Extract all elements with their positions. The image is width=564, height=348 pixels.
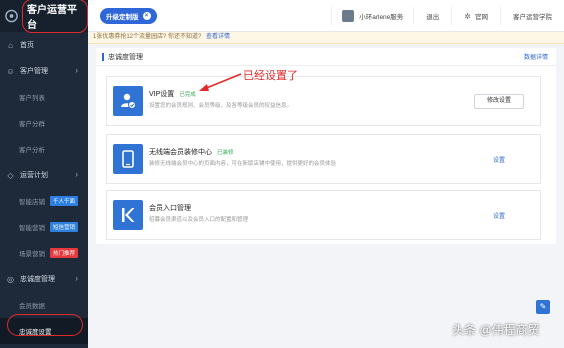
chevron-right-icon: ›: [75, 170, 78, 179]
sidebar-item-label: 忠诚度管理: [20, 276, 55, 283]
pencil-icon[interactable]: ✎: [536, 300, 550, 314]
card-title: 会员入口管理: [149, 205, 191, 212]
chevron-right-icon: ›: [75, 274, 78, 283]
sidebar-item-customer-segments[interactable]: 客户分群: [0, 110, 88, 136]
logo-icon: [5, 9, 18, 23]
sidebar-item-label: 智能营销: [19, 225, 45, 232]
setup-link[interactable]: 设置: [493, 155, 505, 164]
annotation-arrow-icon: [199, 73, 242, 91]
academy-link[interactable]: 客户运营学院: [500, 7, 564, 25]
sidebar-item-label: 客户分析: [19, 147, 45, 154]
notice-link[interactable]: 查看详情: [206, 34, 230, 40]
sidebar-item-label: 客户分群: [19, 121, 45, 128]
vip-user-icon: [113, 86, 143, 116]
watermark: 头条 @伟程商贸: [452, 323, 540, 337]
chevron-right-icon: ›: [75, 66, 78, 75]
feature-tag: 热门推荐: [50, 248, 79, 258]
mobile-member-center-card: 无线端会员装修中心 已装修 装修无线端会员中心的页面内容，可在新版店铺中使用，提供…: [106, 134, 541, 184]
status-badge: 已装修: [217, 150, 234, 156]
sidebar-item-label: 客户列表: [19, 95, 45, 102]
sidebar-item-customer-analysis[interactable]: 客户分析: [0, 136, 88, 162]
card-title-text: 无线端会员装修中心: [149, 149, 212, 156]
sidebar-item-customer-management[interactable]: ☺ 客户管理 ›: [0, 58, 88, 84]
diamond-icon: ◇: [7, 170, 14, 180]
entry-icon: [113, 200, 143, 230]
sidebar: 客户运营平台 ⌂ 首页 ☺ 客户管理 › 客户列表 客户分群 客户分析 ◇ 运营…: [0, 0, 88, 348]
vip-settings-card: VIP设置 已完成 设置您的会员规则、会员等级、及各等级会员的权益信息。 修改设置: [106, 76, 541, 126]
panel-header: 忠诚度管理 数据详情: [96, 48, 556, 66]
card-description: 招募会员渠道以及会员入口的配置和管理: [149, 217, 249, 223]
close-icon[interactable]: ×: [142, 11, 151, 20]
logout-link[interactable]: 退出: [413, 7, 451, 25]
phone-icon: [113, 144, 143, 174]
feature-tag: 短信营销: [50, 222, 79, 232]
shop-name: 小环arlene服务: [359, 14, 404, 21]
card-description: 设置您的会员规则、会员等级、及各等级会员的权益信息。: [149, 103, 293, 109]
app-title: 客户运营平台: [22, 0, 88, 33]
logout-label: 退出: [426, 14, 440, 21]
logo-area[interactable]: 客户运营平台: [0, 0, 88, 33]
card-title: 无线端会员装修中心 已装修: [149, 147, 234, 157]
sidebar-item-label: 场景营销: [19, 251, 45, 258]
page-title: 忠诚度管理: [108, 53, 143, 61]
main-panel: 忠诚度管理 数据详情 VIP设置 已完成 设置您的会员规则、会员等级、及各等级会员…: [96, 48, 556, 244]
sidebar-item-label: 智能店铺: [19, 199, 45, 206]
member-entry-card: 会员入口管理 招募会员渠道以及会员入口的配置和管理 设置: [106, 190, 541, 240]
highlight-circle: [7, 314, 83, 336]
notice-text: 1张优惠券抢12个流量园店? 你还不知道?: [93, 34, 204, 40]
spinner-icon: ✲: [464, 11, 471, 21]
modify-settings-button[interactable]: 修改设置: [474, 94, 524, 109]
sidebar-item-label: 会员数据: [19, 303, 45, 310]
academy-label: 客户运营学院: [513, 14, 552, 21]
sidebar-item-home[interactable]: ⌂ 首页: [0, 32, 88, 58]
sidebar-item-operation-plan[interactable]: ◇ 运营计划 ›: [0, 162, 88, 188]
top-right-links: 小环arlene服务 退出 ✲ 官网 客户运营学院: [331, 0, 564, 32]
upgrade-button[interactable]: 升级定制版 ×: [100, 7, 157, 24]
data-details-link[interactable]: 数据详情: [524, 52, 548, 61]
official-label: 官网: [475, 14, 488, 21]
feature-tag: 千人千面: [50, 196, 79, 206]
card-title: VIP设置 已完成: [149, 89, 196, 99]
home-icon: ⌂: [8, 40, 13, 50]
notice-banner: 1张优惠券抢12个流量园店? 你还不知道? 查看详情: [88, 32, 564, 44]
sidebar-item-label: 客户管理: [20, 68, 48, 75]
annotation-text: 已经设置了: [243, 70, 298, 82]
sidebar-item-smart-store[interactable]: 智能店铺 千人千面: [0, 188, 88, 214]
upgrade-label: 升级定制版: [106, 13, 139, 21]
top-bar: 升级定制版 × 小环arlene服务 退出 ✲ 官网 客户运营学院: [88, 0, 564, 32]
sidebar-item-label: 首页: [20, 42, 34, 49]
badge-icon: ◎: [7, 274, 14, 284]
sidebar-item-smart-marketing[interactable]: 智能营销 短信营销: [0, 214, 88, 240]
sidebar-item-scene-marketing[interactable]: 场景营销 热门推荐: [0, 240, 88, 266]
official-site-link[interactable]: ✲ 官网: [451, 7, 500, 25]
card-description: 装修无线端会员中心的页面内容，可在新版店铺中使用，提供更好的会员体验: [149, 161, 337, 167]
card-title-text: VIP设置: [149, 91, 175, 98]
setup-link[interactable]: 设置: [493, 211, 505, 220]
shop-account[interactable]: 小环arlene服务: [331, 7, 413, 25]
status-badge: 已完成: [179, 92, 196, 98]
user-group-icon: ☺: [6, 66, 15, 76]
sidebar-item-loyalty-management[interactable]: ◎ 忠诚度管理 ›: [0, 266, 88, 292]
avatar: [342, 10, 355, 22]
title-accent-bar: [102, 52, 104, 61]
sidebar-item-customer-list[interactable]: 客户列表: [0, 84, 88, 110]
sidebar-item-label: 运营计划: [20, 172, 48, 179]
